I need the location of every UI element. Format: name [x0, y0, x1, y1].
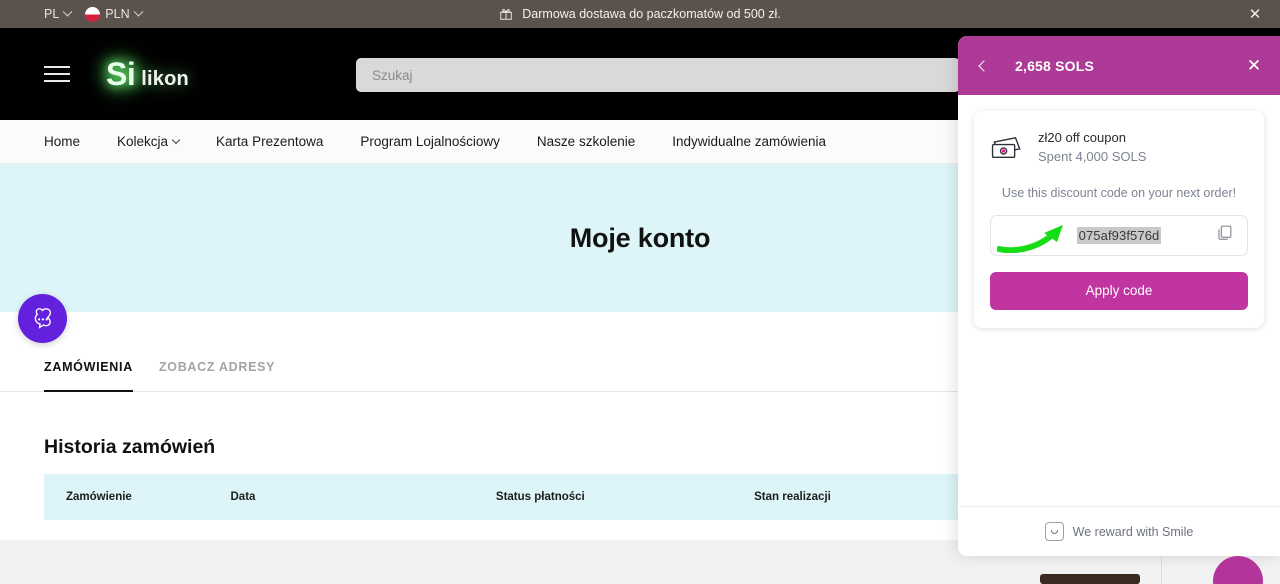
burger-line	[44, 73, 70, 75]
burger-line	[44, 66, 70, 68]
announcement-message-group: Darmowa dostawa do paczkomatów od 500 zł…	[0, 7, 1280, 21]
money-banknotes-icon	[991, 136, 1021, 158]
currency-selector[interactable]: PLN	[85, 6, 144, 22]
column-header-payment-status: Status płatności	[495, 474, 755, 520]
nav-item-label: Kolekcja	[117, 134, 169, 149]
tab-label: ZAMÓWIENIA	[44, 360, 133, 374]
nav-item-nasze-szkolenie[interactable]: Nasze szkolenie	[537, 134, 635, 149]
tab-label: ZOBACZ ADRESY	[158, 360, 276, 374]
logo-secondary-text: likon	[141, 67, 189, 90]
page-root: PL PLN Darmowa dostawa do paczkomatów od…	[0, 0, 1280, 584]
copy-icon[interactable]	[1215, 223, 1234, 247]
coupon-summary: zł20 off coupon Spent 4,000 SOLS	[990, 129, 1248, 167]
nav-item-label: Indywidualne zamówienia	[672, 134, 827, 149]
nav-item-program-lojalnosciowy[interactable]: Program Lojalnościowy	[360, 134, 500, 149]
search-container	[356, 58, 960, 92]
nav-item-indywidualne-zamowienia[interactable]: Indywidualne zamówienia	[672, 134, 826, 149]
close-panel-button[interactable]: ✕	[1244, 56, 1264, 76]
points-balance-title: 2,658 SOLS	[1015, 57, 1095, 74]
back-button[interactable]	[974, 56, 994, 76]
chat-bubble-icon	[34, 308, 52, 329]
rewards-panel-header: 2,658 SOLS ✕	[958, 36, 1280, 95]
nav-item-label: Nasze szkolenie	[536, 134, 636, 149]
column-header-date: Data	[230, 474, 496, 520]
coupon-subtitle: Spent 4,000 SOLS	[1038, 148, 1147, 164]
apply-code-button[interactable]: Apply code	[990, 271, 1248, 310]
rewards-panel-body: zł20 off coupon Spent 4,000 SOLS Use thi…	[958, 95, 1280, 506]
page-title: Moje konto	[569, 222, 711, 253]
discount-code-box[interactable]: 075af93f576d	[990, 214, 1248, 256]
chat-widget-button[interactable]	[18, 294, 67, 343]
language-label: PL	[44, 7, 60, 21]
announcement-message: Darmowa dostawa do paczkomatów od 500 zł…	[522, 7, 781, 21]
search-input[interactable]	[356, 58, 960, 92]
smile-badge-icon	[1044, 522, 1064, 541]
poland-flag-icon	[85, 6, 101, 22]
chevron-left-icon	[978, 59, 990, 72]
burger-line	[44, 80, 70, 82]
nav-item-label: Program Lojalnościowy	[360, 134, 500, 149]
orders-history-title: Historia zamówień	[44, 436, 216, 458]
discount-code-value: 075af93f576d	[1076, 226, 1162, 244]
coupon-text: zł20 off coupon Spent 4,000 SOLS	[1038, 129, 1146, 167]
nav-item-label: Home	[44, 134, 81, 149]
rewards-footer-label: We reward with Smile	[1072, 524, 1194, 539]
coupon-card: zł20 off coupon Spent 4,000 SOLS Use thi…	[974, 111, 1264, 328]
close-icon[interactable]: ✕	[1246, 5, 1264, 23]
language-selector[interactable]: PL	[44, 6, 73, 21]
site-logo[interactable]: Si likon	[106, 56, 189, 93]
green-arrow-icon	[997, 224, 1063, 253]
chevron-down-icon	[133, 6, 144, 17]
locale-selectors: PL PLN	[44, 6, 144, 22]
discount-hint-text: Use this discount code on your next orde…	[1001, 185, 1237, 200]
announcement-bar: PL PLN Darmowa dostawa do paczkomatów od…	[0, 0, 1280, 28]
nav-item-label: Karta Prezentowa	[216, 134, 324, 149]
nav-item-home[interactable]: Home	[44, 134, 80, 149]
page-footer-accent	[1040, 574, 1140, 584]
chevron-down-icon	[171, 135, 181, 144]
currency-label: PLN	[105, 7, 130, 21]
nav-item-karta-prezentowa[interactable]: Karta Prezentowa	[216, 134, 323, 149]
chevron-down-icon	[62, 6, 73, 17]
nav-items: Home Kolekcja Karta Prezentowa Program L…	[44, 134, 826, 149]
coupon-title: zł20 off coupon	[1038, 130, 1126, 145]
gift-icon	[500, 9, 512, 20]
nav-item-kolekcja[interactable]: Kolekcja	[117, 134, 181, 149]
tab-zobacz-adresy[interactable]: ZOBACZ ADRESY	[159, 352, 275, 391]
rewards-panel-footer: We reward with Smile	[958, 506, 1280, 556]
logo-primary-text: Si	[106, 55, 136, 92]
hamburger-menu-icon[interactable]	[44, 66, 70, 82]
column-header-order: Zamówienie	[44, 474, 231, 520]
tab-zamowienia[interactable]: ZAMÓWIENIA	[44, 352, 133, 392]
smile-rewards-panel: 2,658 SOLS ✕ zł20 off coupon Spent 4,000…	[958, 36, 1280, 556]
